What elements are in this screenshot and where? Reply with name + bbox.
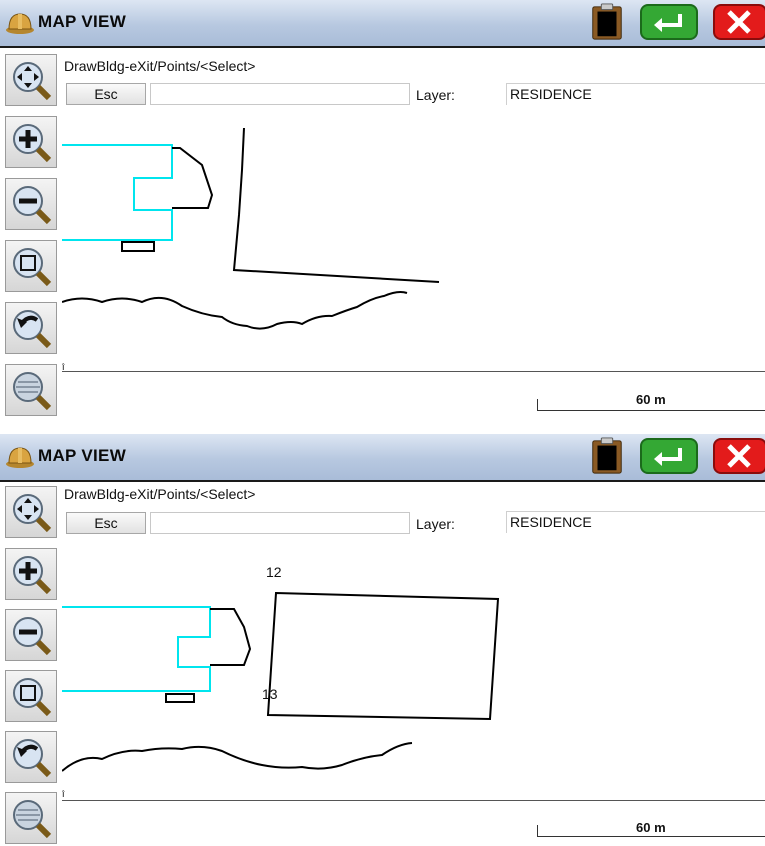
map-canvas[interactable]: î xyxy=(62,110,765,372)
tree-line xyxy=(62,742,413,772)
hardhat-icon xyxy=(6,447,34,468)
zoom-window-button[interactable] xyxy=(5,670,57,722)
pan-button[interactable] xyxy=(5,486,57,538)
clipboard-icon[interactable] xyxy=(590,437,624,475)
command-prompt: DrawBldg-eXit/Points/<Select> xyxy=(64,486,256,502)
close-icon[interactable] xyxy=(713,437,765,475)
layer-label: Layer: xyxy=(416,87,455,103)
command-input[interactable] xyxy=(150,512,410,534)
title-bar: MAP VIEW xyxy=(0,0,765,48)
zoom-in-button[interactable] xyxy=(5,116,57,168)
hardhat-icon xyxy=(6,13,34,34)
svg-text:î: î xyxy=(62,789,65,799)
existing-building-outline xyxy=(62,144,173,241)
enter-icon[interactable] xyxy=(640,3,698,41)
pan-button[interactable] xyxy=(5,54,57,106)
point-label-12: 12 xyxy=(266,564,282,580)
zoom-in-icon xyxy=(13,556,52,595)
existing-building-outline xyxy=(62,606,211,692)
small-structure xyxy=(121,241,155,252)
point-label-13: 13 xyxy=(262,686,278,702)
esc-button[interactable]: Esc xyxy=(66,83,146,105)
zoom-out-button[interactable] xyxy=(5,178,57,230)
map-view-panel-2: MAP VIEW DrawBldg-eXit/Points/<Select> E… xyxy=(0,434,765,846)
zoom-extents-icon xyxy=(13,372,52,411)
enter-icon[interactable] xyxy=(640,437,698,475)
map-view-panel-1: MAP VIEW DrawBldg-eXit/Points/<Select> E… xyxy=(0,0,765,425)
esc-button[interactable]: Esc xyxy=(66,512,146,534)
zoom-out-icon xyxy=(13,186,52,225)
scale-bar xyxy=(537,410,765,411)
zoom-window-icon xyxy=(13,678,52,717)
title-bar: MAP VIEW xyxy=(0,434,765,482)
zoom-in-button[interactable] xyxy=(5,548,57,600)
zoom-out-button[interactable] xyxy=(5,609,57,661)
zoom-extents-button[interactable] xyxy=(5,364,57,416)
building-outline xyxy=(210,608,252,666)
small-structure xyxy=(165,693,195,703)
pan-icon xyxy=(13,494,52,533)
layer-label: Layer: xyxy=(416,516,455,532)
scale-label: 60 m xyxy=(636,392,666,407)
zoom-window-icon xyxy=(13,248,52,287)
zoom-previous-button[interactable] xyxy=(5,731,57,783)
new-building-outline xyxy=(266,591,500,721)
command-prompt: DrawBldg-eXit/Points/<Select> xyxy=(64,58,256,74)
zoom-extents-icon xyxy=(13,800,52,839)
zoom-previous-icon xyxy=(13,310,52,349)
layer-select[interactable]: RESIDENCE xyxy=(506,511,765,533)
tree-line xyxy=(62,291,408,330)
window-title: MAP VIEW xyxy=(38,446,127,465)
clipboard-icon[interactable] xyxy=(590,3,624,41)
zoom-previous-icon xyxy=(13,739,52,778)
zoom-in-icon xyxy=(13,124,52,163)
zoom-out-icon xyxy=(13,617,52,656)
layer-select[interactable]: RESIDENCE xyxy=(506,83,765,105)
zoom-extents-button[interactable] xyxy=(5,792,57,844)
window-title: MAP VIEW xyxy=(38,12,127,31)
map-bottom-border xyxy=(62,800,765,801)
zoom-previous-button[interactable] xyxy=(5,302,57,354)
map-bottom-border xyxy=(62,371,765,372)
close-icon[interactable] xyxy=(713,3,765,41)
scale-label: 60 m xyxy=(636,820,666,835)
wall-line xyxy=(232,127,440,283)
scale-bar xyxy=(537,836,765,837)
zoom-window-button[interactable] xyxy=(5,240,57,292)
building-outline xyxy=(172,147,214,209)
pan-icon xyxy=(13,62,52,101)
map-canvas[interactable]: 12 13 î xyxy=(62,539,765,801)
command-input[interactable] xyxy=(150,83,410,105)
